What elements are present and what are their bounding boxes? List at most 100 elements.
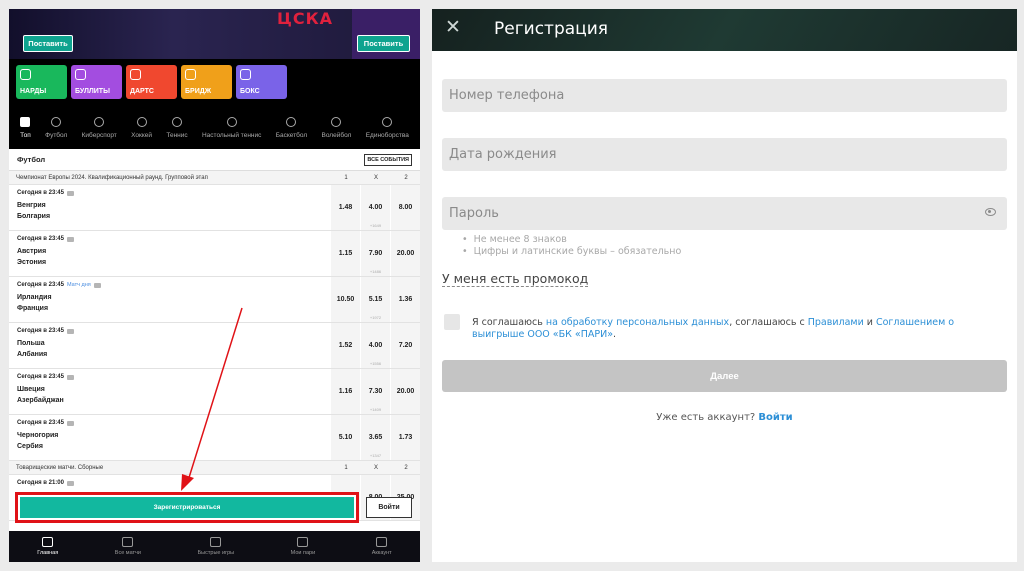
game-tile[interactable]: БУЛЛИТЫ (71, 65, 122, 99)
odd-home[interactable]: 1.15 (331, 231, 360, 276)
home-icon (42, 537, 54, 547)
password-placeholder: Пароль (449, 206, 499, 221)
match-row[interactable]: Сегодня в 23:45 Черногория Сербия 5.10 3.65 +… (9, 415, 420, 461)
register-button[interactable]: Зарегистрироваться (20, 497, 354, 518)
sport-tab-label: Футбол (45, 132, 68, 139)
odd-draw[interactable]: 4.00 +1649 (361, 185, 390, 230)
sport-tab[interactable]: Единоборства (366, 117, 409, 139)
sport-icon (20, 117, 31, 127)
sport-tab[interactable]: Теннис (166, 117, 188, 139)
sport-tab[interactable]: Настольный теннис (202, 117, 261, 139)
match-time: Сегодня в 23:45 (17, 328, 64, 334)
odd-draw[interactable]: 7.30 +1409 (361, 369, 390, 414)
next-button[interactable]: Далее (442, 360, 1007, 392)
glove-icon (240, 69, 251, 80)
odd-draw[interactable]: 7.90 +1486 (361, 231, 390, 276)
bottom-nav-item[interactable]: Мои пари (291, 537, 315, 556)
game-tile-label: ДАРТС (130, 88, 154, 95)
odd-draw[interactable]: 4.00 +1556 (361, 323, 390, 368)
odds: 1.15 7.90 +1486 20.00 (331, 231, 420, 276)
bottom-nav-item[interactable]: Аккаунт (372, 537, 392, 556)
odd-home[interactable]: 1.48 (331, 185, 360, 230)
sport-tab-label: Теннис (166, 132, 188, 139)
match-row[interactable]: Сегодня в 23:45 Матч дня Ирландия Франция 10… (9, 277, 420, 323)
mobile-app-screen: ЦСКА Поставить Поставить НАРДЫ БУЛЛИТЫ ДАР… (9, 9, 420, 562)
close-icon[interactable]: ✕ (445, 16, 461, 38)
sport-icon (226, 117, 237, 127)
sport-tab[interactable]: Футбол (45, 117, 67, 139)
have-account-row: Уже есть аккаунт? Войти (432, 412, 1017, 423)
odd-draw-value: 7.90 (368, 250, 383, 257)
odd-away[interactable]: 1.36 (391, 277, 420, 322)
sport-tab[interactable]: Киберспорт (82, 117, 117, 139)
agree-checkbox[interactable] (444, 314, 460, 330)
bottom-nav-item[interactable]: Все матчи (115, 537, 141, 556)
all-matches-icon (122, 537, 134, 547)
birthdate-field[interactable]: Дата рождения (442, 138, 1007, 171)
team-away: Эстония (17, 259, 47, 266)
bottom-nav-item[interactable]: Главная (37, 537, 58, 556)
league-header: Чемпионат Европы 2024. Квалификационный … (9, 171, 420, 185)
sport-tab[interactable]: Хоккей (131, 117, 152, 139)
team-away: Сербия (17, 443, 43, 450)
odd-away[interactable]: 1.73 (391, 415, 420, 460)
sport-tab[interactable]: Топ (20, 117, 31, 139)
promo-banner[interactable]: ЦСКА Поставить Поставить (9, 9, 420, 59)
odd-away[interactable]: 7.20 (391, 323, 420, 368)
match-row[interactable]: Сегодня в 23:45 Венгрия Болгария 1.48 4.00 +1… (9, 185, 420, 231)
odd-away[interactable]: 20.00 (391, 231, 420, 276)
league-name: Чемпионат Европы 2024. Квалификационный … (16, 174, 208, 181)
odd-away[interactable]: 20.00 (391, 369, 420, 414)
odd-home[interactable]: 10.50 (331, 277, 360, 322)
game-tile[interactable]: БРИДЖ (181, 65, 232, 99)
game-tile-label: НАРДЫ (20, 88, 47, 95)
odds-header: 2 (404, 174, 408, 181)
game-tile[interactable]: ДАРТС (126, 65, 177, 99)
personal-data-link[interactable]: на обработку персональных данных (546, 317, 729, 328)
password-field[interactable]: Пароль (442, 197, 1007, 230)
promo-code-toggle[interactable]: У меня есть промокод (442, 271, 589, 287)
odd-home[interactable]: 5.10 (331, 415, 360, 460)
more-markets: +1486 (369, 269, 382, 274)
odd-draw-value: 3.65 (368, 434, 383, 441)
game-tile[interactable]: НАРДЫ (16, 65, 67, 99)
sport-icon (136, 117, 147, 127)
match-row[interactable]: Сегодня в 23:45 Австрия Эстония 1.15 7.90 +14… (9, 231, 420, 277)
game-tile[interactable]: БОКС (236, 65, 287, 99)
sport-icon (172, 117, 182, 127)
sport-icon (331, 117, 342, 127)
bottom-nav-item[interactable]: Быстрые игры (198, 537, 234, 556)
phone-field[interactable]: Номер телефона (442, 79, 1007, 112)
odds: 5.10 3.65 +1347 1.73 (331, 415, 420, 460)
odd-draw[interactable]: 5.15 +1972 (361, 277, 390, 322)
more-markets: +1409 (369, 407, 382, 412)
team-away: Франция (17, 305, 49, 312)
match-time-row: Сегодня в 23:45 (17, 328, 331, 334)
odd-draw[interactable]: 3.65 +1347 (361, 415, 390, 460)
sport-tab[interactable]: Баскетбол (276, 117, 307, 139)
login-link[interactable]: Войти (758, 412, 792, 423)
eye-icon[interactable] (985, 208, 996, 216)
team-home: Швеция (17, 386, 45, 393)
bet-button-left[interactable]: Поставить (23, 35, 73, 52)
odd-home[interactable]: 1.52 (331, 323, 360, 368)
all-events-button[interactable]: ВСЕ СОБЫТИЯ (364, 153, 412, 166)
odd-home[interactable]: 1.16 (331, 369, 360, 414)
sport-tab[interactable]: Волейбол (322, 117, 351, 139)
agree-text: . (613, 329, 617, 340)
puck-icon (75, 69, 86, 80)
bet-button-right[interactable]: Поставить (357, 35, 410, 52)
tv-icon (66, 480, 74, 486)
rules-link[interactable]: Правилами (808, 317, 864, 328)
team-home: Польша (17, 340, 45, 347)
match-badge: Матч дня (66, 282, 91, 288)
odd-away[interactable]: 8.00 (391, 185, 420, 230)
sport-tab-label: Единоборства (365, 132, 409, 139)
match-row[interactable]: Сегодня в 23:45 Польша Албания 1.52 4.00 +155… (9, 323, 420, 369)
match-row[interactable]: Сегодня в 23:45 Швеция Азербайджан 1.16 7.30… (9, 369, 420, 415)
match-info: Сегодня в 23:45 Австрия Эстония (9, 231, 331, 276)
match-time-row: Сегодня в 23:45 (17, 190, 331, 196)
bottom-nav-label: Аккаунт (371, 550, 392, 556)
tv-icon (66, 190, 74, 196)
login-button[interactable]: Войти (366, 497, 412, 518)
